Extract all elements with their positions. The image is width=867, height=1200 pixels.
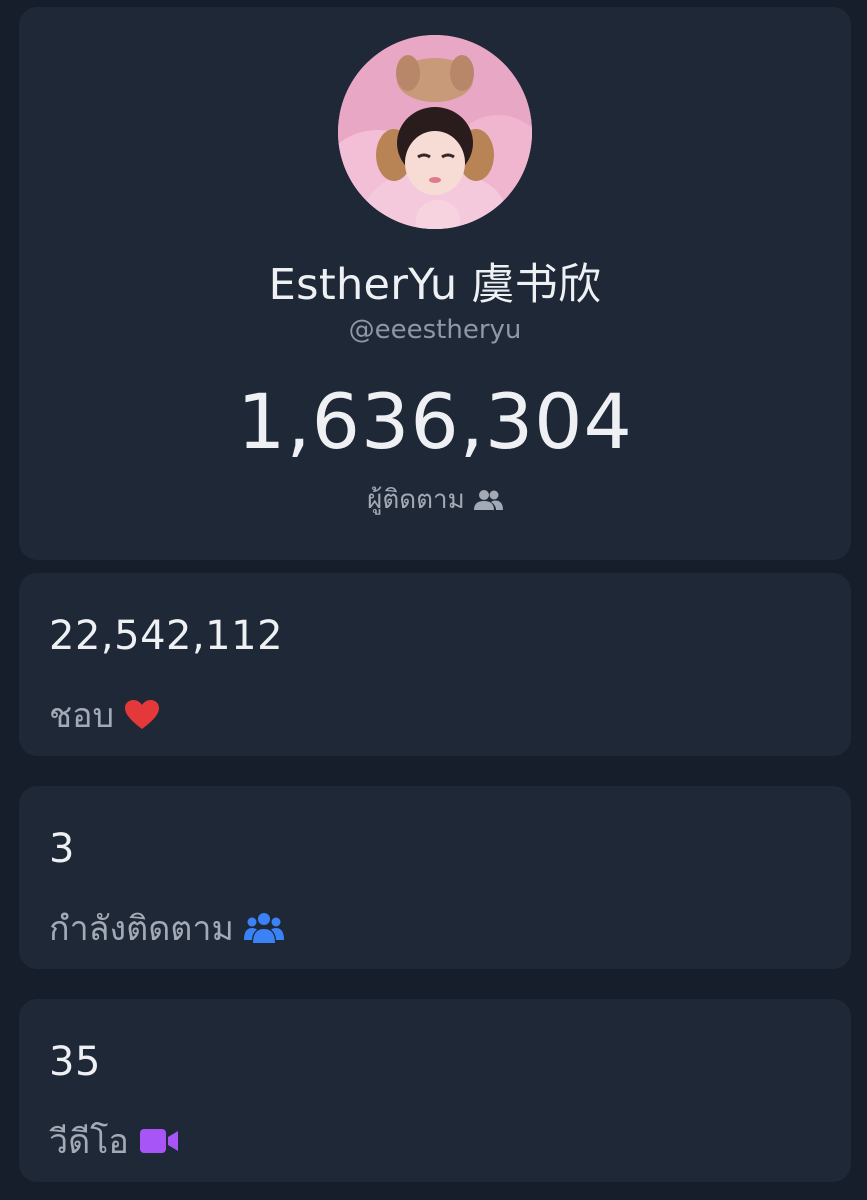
videos-label-row: วีดีโอ: [49, 1114, 179, 1168]
followers-count: 1,636,304: [237, 377, 633, 466]
profile-stats-page: EstherYu 虞书欣 @eeestheryu 1,636,304 ผู้ติ…: [0, 0, 867, 1200]
display-name: EstherYu 虞书欣: [268, 260, 602, 310]
videos-label: วีดีโอ: [49, 1122, 129, 1162]
following-count: 3: [49, 826, 75, 872]
likes-count: 22,542,112: [49, 613, 284, 659]
username-handle: @eeestheryu: [348, 315, 522, 345]
avatar-image: [338, 35, 532, 229]
following-label: กำลังติดตาม: [49, 909, 234, 949]
following-label-row: กำลังติดตาม: [49, 901, 284, 955]
videos-card: 35 วีดีโอ: [19, 999, 851, 1182]
likes-label-row: ชอบ: [49, 688, 160, 742]
avatar[interactable]: [338, 35, 532, 229]
users-icon: [473, 489, 503, 511]
video-camera-icon: [139, 1127, 179, 1155]
heart-icon: [124, 699, 160, 731]
profile-card: EstherYu 虞书欣 @eeestheryu 1,636,304 ผู้ติ…: [19, 7, 851, 560]
likes-label: ชอบ: [49, 696, 115, 736]
user-group-icon: [243, 912, 284, 944]
videos-count: 35: [49, 1039, 101, 1085]
likes-card: 22,542,112 ชอบ: [19, 573, 851, 756]
following-card: 3 กำลังติดตาม: [19, 786, 851, 969]
followers-label-row: ผู้ติดตาม: [19, 479, 851, 520]
followers-label: ผู้ติดตาม: [367, 485, 465, 515]
